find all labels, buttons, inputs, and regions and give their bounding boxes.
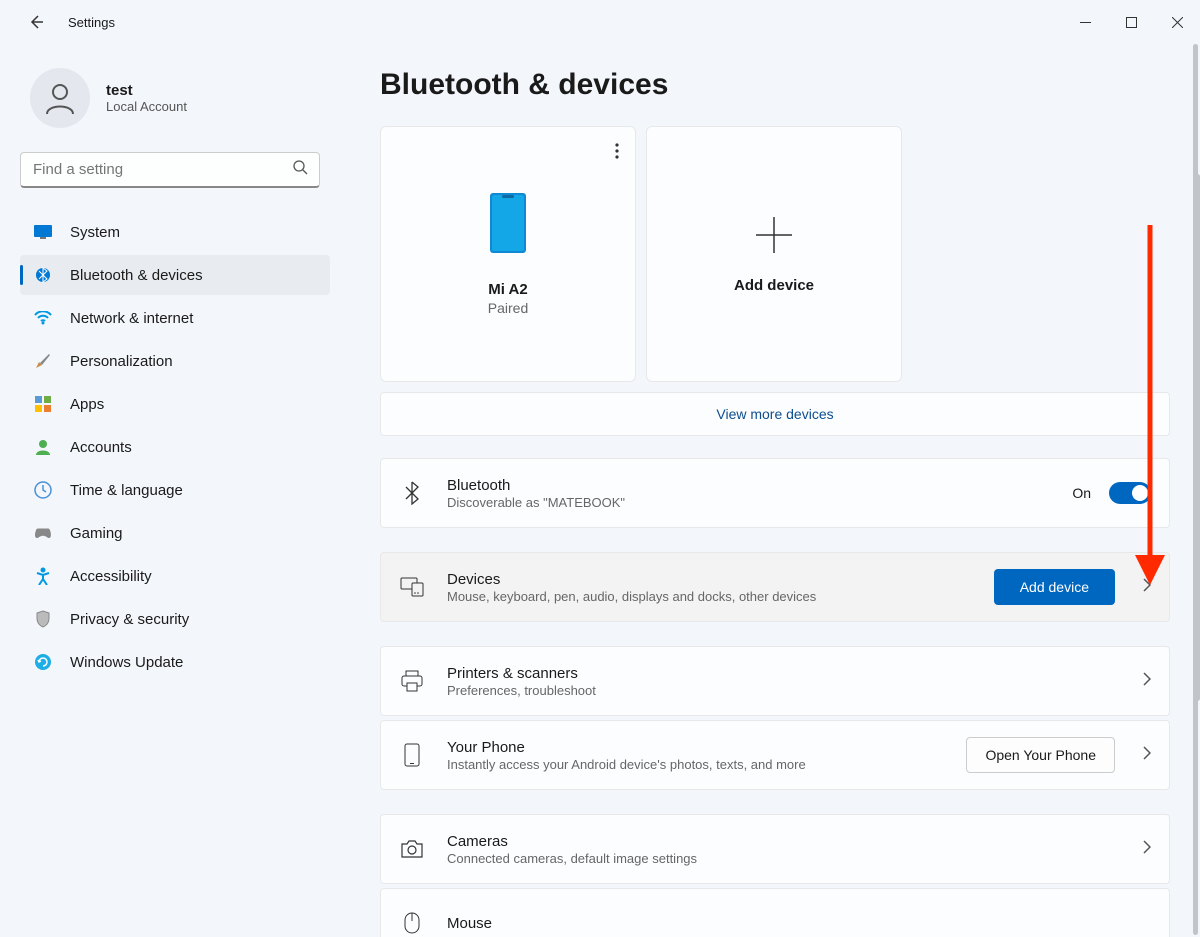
device-name: Mi A2	[488, 281, 527, 298]
row-title: Printers & scanners	[447, 665, 1133, 682]
apps-icon	[34, 395, 52, 413]
user-name: test	[106, 82, 187, 99]
sidebar-item-network[interactable]: Network & internet	[20, 298, 330, 338]
sidebar-item-update[interactable]: Windows Update	[20, 642, 330, 682]
row-subtitle: Instantly access your Android device's p…	[447, 757, 966, 772]
search-icon	[293, 160, 308, 180]
sidebar-item-accessibility[interactable]: Accessibility	[20, 556, 330, 596]
scrollbar-thumb[interactable]	[1193, 44, 1198, 935]
sidebar-item-label: Gaming	[70, 525, 123, 542]
sidebar-item-time-language[interactable]: Time & language	[20, 470, 330, 510]
toggle-label: On	[1072, 485, 1091, 501]
bluetooth-icon	[34, 266, 52, 284]
row-subtitle: Connected cameras, default image setting…	[447, 851, 1133, 866]
sidebar-item-label: Apps	[70, 396, 104, 413]
phone-icon	[399, 743, 425, 767]
row-title: Cameras	[447, 833, 1133, 850]
chevron-right-icon	[1143, 578, 1151, 597]
maximize-icon	[1126, 17, 1137, 28]
user-block[interactable]: test Local Account	[20, 68, 330, 152]
user-subtitle: Local Account	[106, 99, 187, 114]
view-more-label: View more devices	[716, 406, 833, 422]
sidebar-item-label: Time & language	[70, 482, 183, 499]
more-icon	[615, 143, 619, 159]
add-device-card[interactable]: Add device	[646, 126, 902, 382]
open-your-phone-button[interactable]: Open Your Phone	[966, 737, 1115, 773]
row-subtitle: Discoverable as "MATEBOOK"	[447, 495, 1072, 510]
printer-icon	[399, 670, 425, 692]
camera-icon	[399, 839, 425, 859]
bluetooth-icon	[399, 481, 425, 505]
bluetooth-toggle[interactable]	[1109, 482, 1151, 504]
sidebar-item-privacy[interactable]: Privacy & security	[20, 599, 330, 639]
gamepad-icon	[34, 524, 52, 542]
clock-globe-icon	[34, 481, 52, 499]
close-button[interactable]	[1154, 5, 1200, 39]
wifi-icon	[34, 309, 52, 327]
add-device-button[interactable]: Add device	[994, 569, 1115, 605]
sidebar-item-label: Privacy & security	[70, 611, 189, 628]
sidebar-item-gaming[interactable]: Gaming	[20, 513, 330, 553]
plus-icon	[754, 215, 794, 255]
sidebar-item-label: Bluetooth & devices	[70, 267, 203, 284]
sidebar-item-accounts[interactable]: Accounts	[20, 427, 330, 467]
sidebar-item-label: Accessibility	[70, 568, 152, 585]
devices-row[interactable]: Devices Mouse, keyboard, pen, audio, dis…	[380, 552, 1170, 622]
minimize-icon	[1080, 17, 1091, 28]
accessibility-icon	[34, 567, 52, 585]
add-device-card-label: Add device	[734, 277, 814, 294]
window-scrollbar[interactable]	[1193, 44, 1198, 935]
devices-icon	[399, 577, 425, 597]
sidebar-item-label: Personalization	[70, 353, 173, 370]
sidebar-item-apps[interactable]: Apps	[20, 384, 330, 424]
your-phone-row[interactable]: Your Phone Instantly access your Android…	[380, 720, 1170, 790]
row-title: Your Phone	[447, 739, 966, 756]
page-title: Bluetooth & devices	[380, 68, 1190, 102]
nav: System Bluetooth & devices Network & int…	[20, 212, 330, 682]
device-more-button[interactable]	[611, 139, 623, 168]
search-input[interactable]	[20, 152, 320, 188]
sidebar: test Local Account System Bluetooth & de…	[0, 44, 340, 937]
window-title: Settings	[68, 15, 115, 30]
sidebar-item-label: System	[70, 224, 120, 241]
main-content: Bluetooth & devices Mi A2 Paired Add dev…	[340, 44, 1200, 937]
update-icon	[34, 653, 52, 671]
row-title: Bluetooth	[447, 477, 1072, 494]
chevron-right-icon	[1143, 672, 1151, 691]
maximize-button[interactable]	[1108, 5, 1154, 39]
sidebar-item-label: Accounts	[70, 439, 132, 456]
bluetooth-toggle-row: Bluetooth Discoverable as "MATEBOOK" On	[380, 458, 1170, 528]
monitor-icon	[34, 223, 52, 241]
sidebar-item-bluetooth[interactable]: Bluetooth & devices	[20, 255, 330, 295]
chevron-right-icon	[1143, 840, 1151, 859]
account-icon	[34, 438, 52, 456]
back-arrow-icon	[28, 14, 44, 30]
person-icon	[42, 80, 78, 116]
cameras-row[interactable]: Cameras Connected cameras, default image…	[380, 814, 1170, 884]
shield-icon	[34, 610, 52, 628]
sidebar-item-system[interactable]: System	[20, 212, 330, 252]
sidebar-item-personalization[interactable]: Personalization	[20, 341, 330, 381]
back-button[interactable]	[20, 6, 52, 38]
row-title: Mouse	[447, 915, 1151, 932]
mouse-row[interactable]: Mouse	[380, 888, 1170, 937]
close-icon	[1172, 17, 1183, 28]
device-status: Paired	[488, 300, 528, 316]
sidebar-item-label: Network & internet	[70, 310, 193, 327]
mouse-icon	[399, 912, 425, 934]
paintbrush-icon	[34, 352, 52, 370]
printers-row[interactable]: Printers & scanners Preferences, trouble…	[380, 646, 1170, 716]
chevron-right-icon	[1143, 746, 1151, 765]
avatar	[30, 68, 90, 128]
row-title: Devices	[447, 571, 994, 588]
sidebar-item-label: Windows Update	[70, 654, 183, 671]
row-subtitle: Preferences, troubleshoot	[447, 683, 1133, 698]
view-more-devices-button[interactable]: View more devices	[380, 392, 1170, 436]
minimize-button[interactable]	[1062, 5, 1108, 39]
device-card-paired[interactable]: Mi A2 Paired	[380, 126, 636, 382]
phone-icon	[490, 193, 526, 253]
row-subtitle: Mouse, keyboard, pen, audio, displays an…	[447, 589, 994, 604]
